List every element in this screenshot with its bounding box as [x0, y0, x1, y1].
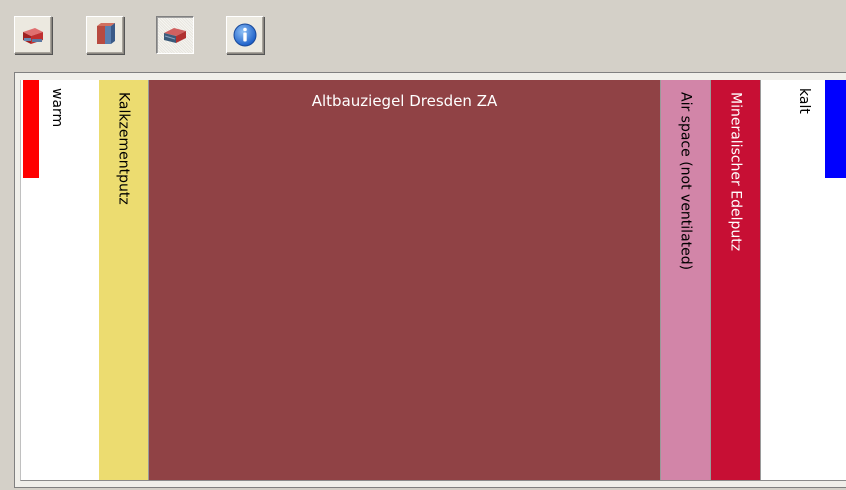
assembly-canvas: warm Kalkzementputz Altbauziegel Dresden…	[20, 80, 846, 481]
layer-label: Kalkzementputz	[115, 92, 132, 205]
warm-side-label: warm	[49, 88, 65, 128]
cold-side-label: kalt	[796, 88, 812, 114]
3d-wall-view-icon	[164, 28, 186, 43]
construction-view-button[interactable]	[14, 16, 52, 54]
layer-air-space[interactable]: Air space (not ventilated)	[661, 80, 711, 480]
warm-side-indicator	[23, 80, 39, 178]
cold-side-indicator	[825, 80, 846, 178]
info-button[interactable]	[226, 16, 264, 54]
layer-label: Altbauziegel Dresden ZA	[311, 92, 498, 110]
layer-altbauziegel[interactable]: Altbauziegel Dresden ZA	[149, 80, 661, 480]
info-icon	[233, 23, 257, 47]
layer-materials-icon	[97, 23, 115, 44]
layer-mineralischer-edelputz[interactable]: Mineralischer Edelputz	[711, 80, 761, 480]
layer-label: Air space (not ventilated)	[677, 92, 694, 271]
layer-kalkzementputz[interactable]: Kalkzementputz	[99, 80, 149, 480]
layer-materials-button[interactable]	[86, 16, 124, 54]
toolbar	[0, 0, 846, 68]
construction-view-icon	[23, 28, 43, 44]
3d-wall-view-button[interactable]	[156, 16, 194, 54]
layer-label: Mineralischer Edelputz	[727, 92, 744, 252]
